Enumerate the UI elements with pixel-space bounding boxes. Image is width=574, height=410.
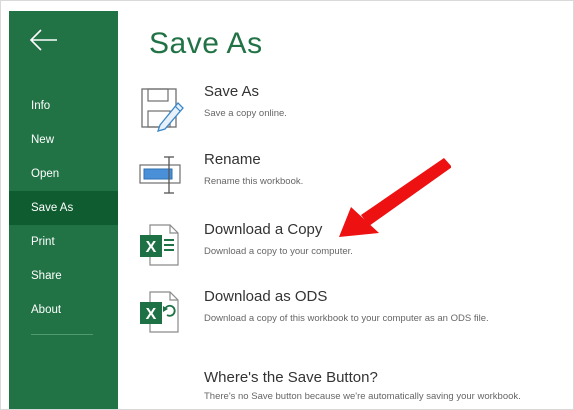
download-ods-option-label: Download as ODS xyxy=(204,288,328,305)
excel-download-icon: X xyxy=(140,224,179,266)
sidebar-nav: Info New Open Save As Print Share About xyxy=(9,89,118,327)
sidebar-item-about[interactable]: About xyxy=(9,293,118,327)
page-title: Save As xyxy=(149,27,263,60)
download-copy-option-label: Download a Copy xyxy=(204,221,323,238)
sidebar-divider xyxy=(31,334,93,335)
sidebar-item-new[interactable]: New xyxy=(9,123,118,157)
download-copy-option[interactable]: X Download a Copy Download a copy to you… xyxy=(138,221,568,273)
sidebar-item-save-as[interactable]: Save As xyxy=(9,191,118,225)
rename-icon xyxy=(139,156,181,194)
back-button[interactable] xyxy=(27,25,61,55)
rename-option[interactable]: Rename Rename this workbook. xyxy=(138,151,568,203)
save-button-help: Where's the Save Button? There's no Save… xyxy=(204,369,573,402)
sidebar-item-print[interactable]: Print xyxy=(9,225,118,259)
main-panel: Save As Save As Save a copy online. Rena… xyxy=(118,11,573,409)
save-as-disk-pencil-icon xyxy=(141,88,184,132)
save-as-option[interactable]: Save As Save a copy online. xyxy=(138,83,568,135)
download-copy-option-desc: Download a copy to your computer. xyxy=(204,246,353,257)
svg-text:X: X xyxy=(146,306,157,323)
save-button-help-desc: There's no Save button because we're aut… xyxy=(204,391,521,402)
sidebar-item-share[interactable]: Share xyxy=(9,259,118,293)
rename-option-desc: Rename this workbook. xyxy=(204,176,304,187)
save-as-option-label: Save As xyxy=(204,83,260,100)
sidebar-item-info[interactable]: Info xyxy=(9,89,118,123)
download-ods-option[interactable]: X Download as ODS Download a copy of thi… xyxy=(138,288,568,340)
svg-text:X: X xyxy=(146,239,157,256)
excel-ods-icon: X xyxy=(140,291,179,333)
download-ods-option-desc: Download a copy of this workbook to your… xyxy=(204,313,489,324)
save-button-help-title: Where's the Save Button? xyxy=(204,369,378,386)
save-as-option-desc: Save a copy online. xyxy=(204,108,287,119)
sidebar-item-open[interactable]: Open xyxy=(9,157,118,191)
rename-option-label: Rename xyxy=(204,151,261,168)
app-window: Info New Open Save As Print Share About … xyxy=(0,0,574,410)
sidebar: Info New Open Save As Print Share About xyxy=(9,11,118,409)
back-arrow-icon xyxy=(29,29,57,51)
